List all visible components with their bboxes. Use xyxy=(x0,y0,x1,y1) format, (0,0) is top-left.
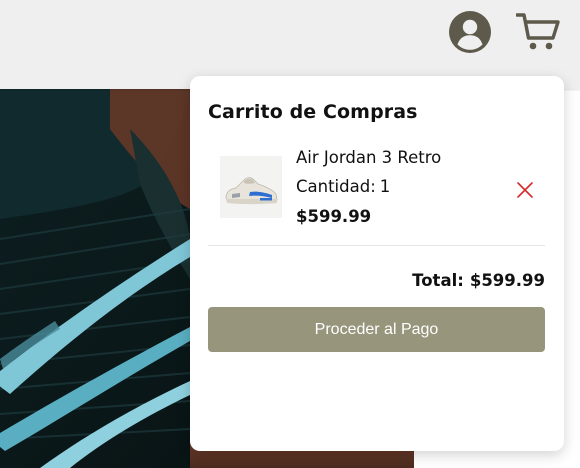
item-quantity-value: 1 xyxy=(379,177,391,196)
item-name: Air Jordan 3 Retro xyxy=(296,148,442,167)
sneaker-thumbnail[interactable] xyxy=(220,156,282,218)
total-value: $599.99 xyxy=(469,271,545,290)
total-label: Total: xyxy=(412,271,464,290)
item-quantity: Cantidad: 1 xyxy=(296,177,390,196)
cart-total: Total: $599.99 xyxy=(412,271,545,290)
cart-dropdown: Carrito de Compras Air Jordan 3 Retro Ca… xyxy=(190,76,564,451)
cart-title: Carrito de Compras xyxy=(208,101,418,123)
cart-divider xyxy=(208,245,545,246)
shopping-cart-icon[interactable] xyxy=(515,12,560,52)
close-icon xyxy=(517,182,533,198)
remove-item-button[interactable] xyxy=(516,181,534,199)
cart-item: Air Jordan 3 Retro Cantidad: 1 $599.99 xyxy=(220,148,546,232)
user-account-icon[interactable] xyxy=(449,11,491,53)
item-quantity-label: Cantidad: xyxy=(296,177,376,196)
checkout-button[interactable]: Proceder al Pago xyxy=(208,307,545,352)
item-price: $599.99 xyxy=(296,207,372,226)
